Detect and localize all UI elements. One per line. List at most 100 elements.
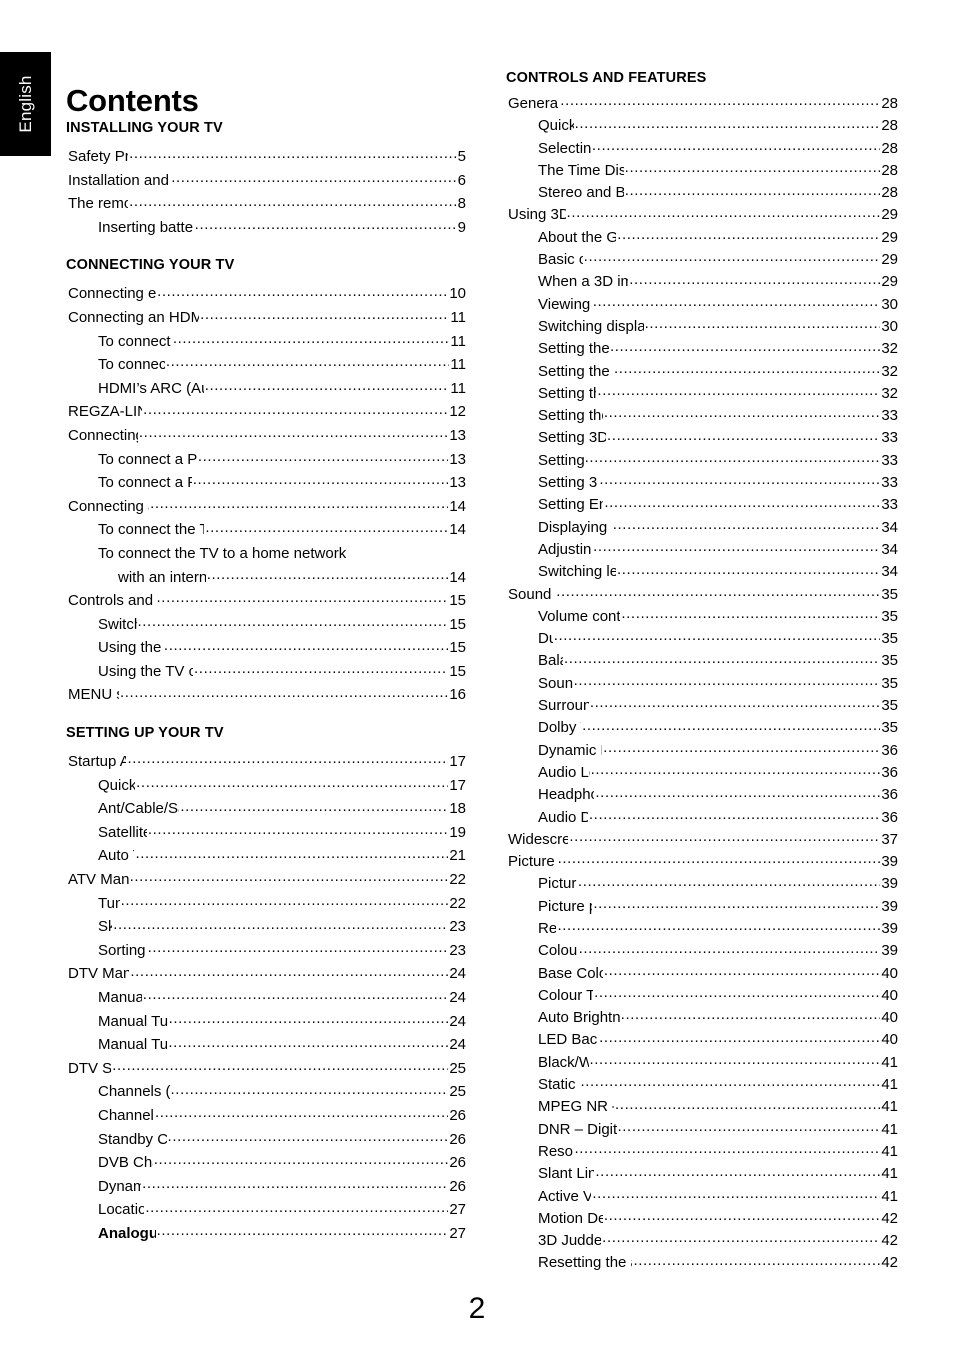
toc-entry[interactable]: DTV Manual Tuning 24 — [66, 962, 466, 986]
toc-entry[interactable]: Picture preferences 39 — [506, 896, 898, 918]
toc-entry[interactable]: Setting 3D Lock 33 — [506, 450, 898, 472]
toc-entry-label: Motion Detection Range — [538, 1209, 603, 1227]
toc-entry[interactable]: To connect the TV to a home network — [66, 542, 466, 566]
toc-entry[interactable]: ATV Manual Tuning 22 — [66, 868, 466, 892]
toc-entry[interactable]: Widescreen viewing 37 — [506, 829, 898, 851]
toc-entry[interactable]: Adjusting 3D Depth 34 — [506, 539, 898, 561]
toc-entry[interactable]: Sorting positions 23 — [66, 939, 466, 963]
toc-entry[interactable]: Channels (Satellite) 26 — [66, 1104, 466, 1128]
toc-entry[interactable]: Connecting external equipment 10 — [66, 282, 466, 306]
toc-entry-page-number: 15 — [449, 592, 466, 610]
toc-entry[interactable]: Using the TV controls and connections 15 — [66, 660, 466, 684]
toc-entry[interactable]: Connecting a home network 14 — [66, 495, 466, 519]
toc-entry[interactable]: LED Backlight Control 40 — [506, 1029, 898, 1051]
toc-entry[interactable]: Startup Application 17 — [66, 750, 466, 774]
toc-entry[interactable]: Picture controls 39 — [506, 851, 898, 873]
toc-entry[interactable]: Balance 35 — [506, 650, 898, 672]
toc-entry[interactable]: About the Glasses Free 3D TV 29 — [506, 227, 898, 249]
toc-entry[interactable]: Safety Precautions 5 — [66, 145, 466, 169]
toc-entry[interactable]: Slant Line Smoother 41 — [506, 1163, 898, 1185]
toc-entry[interactable]: Surround Settings 35 — [506, 695, 898, 717]
toc-entry[interactable]: Volume controls and sound mute 35 — [506, 606, 898, 628]
toc-entry[interactable]: Installation and important information 6 — [66, 169, 466, 193]
toc-entry[interactable]: MENU structure 16 — [66, 683, 466, 707]
toc-entry[interactable]: Standby Channel Update 26 — [66, 1128, 466, 1152]
toc-entry[interactable]: General controls 28 — [506, 93, 898, 115]
toc-entry[interactable]: Switching display mode or selecting 3D f… — [506, 316, 898, 338]
toc-entry[interactable]: Ant/Cable/Satellite (if available) 18 — [66, 797, 466, 821]
toc-entry[interactable]: Resolution+ 41 — [506, 1141, 898, 1163]
toc-entry[interactable]: Using the menu system 15 — [66, 636, 466, 660]
toc-entry[interactable]: Sound Navi 35 — [506, 673, 898, 695]
toc-entry[interactable]: Setting 3D Timer Lock 33 — [506, 472, 898, 494]
toc-entry[interactable]: To connect a PC to the RGB/PC terminal 13 — [66, 448, 466, 472]
toc-entry[interactable]: Manual Tuning for DVB-C 24 — [66, 1010, 466, 1034]
toc-entry[interactable]: To connect an HDMI device 11 — [66, 330, 466, 354]
toc-entry[interactable]: DTV Settings 25 — [66, 1057, 466, 1081]
toc-entry[interactable]: Tuning 22 — [66, 892, 466, 916]
toc-entry[interactable]: Motion Detection Range 42 — [506, 1208, 898, 1230]
toc-entry[interactable]: The remote control 8 — [66, 192, 466, 216]
toc-entry[interactable]: HDMI’s ARC (Audio Return Channel) featur… — [66, 377, 466, 401]
toc-entry[interactable]: DNR – Digital Noise Reduction 41 — [506, 1119, 898, 1141]
toc-entry[interactable]: Dual 35 — [506, 628, 898, 650]
toc-entry[interactable]: Connecting an HDMI® or DVI device to the… — [66, 306, 466, 330]
toc-entry[interactable]: Channels (Antenna/Cable) 25 — [66, 1080, 466, 1104]
toc-entry[interactable]: Audio Description 36 — [506, 807, 898, 829]
toc-entry[interactable]: Black/White Level 41 — [506, 1052, 898, 1074]
toc-entry[interactable]: Selecting channels 28 — [506, 138, 898, 160]
toc-entry[interactable]: Dynamic Range Control 36 — [506, 740, 898, 762]
toc-entry[interactable]: Analogue switch-off 27 — [66, 1222, 466, 1246]
toc-entry[interactable]: Dynamic Scan 26 — [66, 1175, 466, 1199]
toc-entry[interactable]: Manual Tuning 24 — [66, 986, 466, 1010]
toc-entry[interactable]: Setting the 3D Viewing Mode 32 — [506, 361, 898, 383]
toc-entry[interactable]: Active Vision M800 41 — [506, 1186, 898, 1208]
toc-entry[interactable]: The Time Display – analogue only 28 — [506, 160, 898, 182]
toc-entry[interactable]: Setting the 3D PIN code 33 — [506, 405, 898, 427]
toc-entry[interactable]: Colour Temperature 40 — [506, 985, 898, 1007]
toc-entry[interactable]: DVB Character Set 26 — [66, 1151, 466, 1175]
toc-entry[interactable]: Skip 23 — [66, 915, 466, 939]
toc-entry[interactable]: Inserting batteries and effective range 9 — [66, 216, 466, 240]
toc-entry[interactable]: To connect the TV to a home network - Wi… — [66, 518, 466, 542]
toc-entry[interactable]: Using 3D functions 29 — [506, 204, 898, 226]
toc-entry[interactable]: Audio Level Offset 36 — [506, 762, 898, 784]
toc-entry-page-number: 29 — [881, 251, 898, 269]
toc-entry[interactable]: Reset 39 — [506, 918, 898, 940]
toc-entry-label: Skip — [98, 918, 113, 936]
toc-entry[interactable]: Quick Menu 28 — [506, 115, 898, 137]
toc-entry[interactable]: Headphone Settings 36 — [506, 784, 898, 806]
toc-entry[interactable]: Quick Setup 17 — [66, 774, 466, 798]
toc-entry[interactable]: Setting 3D Start Message 33 — [506, 427, 898, 449]
toc-entry[interactable]: Resetting the advanced picture settings 4… — [506, 1252, 898, 1274]
toc-entry[interactable]: Switching left and right images 34 — [506, 561, 898, 583]
toc-entry[interactable]: When a 3D image does not look right 29 — [506, 271, 898, 293]
toc-entry[interactable]: 3D Judder Cancellation 42 — [506, 1230, 898, 1252]
toc-entry[interactable]: Base Colour Adjustment 40 — [506, 963, 898, 985]
toc-entry[interactable]: Controls and input connections 15 — [66, 589, 466, 613]
toc-entry[interactable]: Basic operation 29 — [506, 249, 898, 271]
toc-entry[interactable]: MPEG NR – Noise Reduction 41 — [506, 1096, 898, 1118]
toc-entry[interactable]: Satellite Settings 19 — [66, 821, 466, 845]
toc-entry[interactable]: REGZA-LINK connection 12 — [66, 400, 466, 424]
toc-entry[interactable]: Displaying 3D Important Info 34 — [506, 517, 898, 539]
toc-entry[interactable]: To connect a PC to the HDMI terminal 13 — [66, 471, 466, 495]
toc-entry[interactable]: Location setting 27 — [66, 1198, 466, 1222]
toc-entry[interactable]: Stereo and Bilingual transmissions 28 — [506, 182, 898, 204]
toc-entry[interactable]: ColourMaster 39 — [506, 940, 898, 962]
toc-entry[interactable]: Auto Brightness Sensor Settings 40 — [506, 1007, 898, 1029]
toc-entry[interactable]: To connect a DVI device 11 — [66, 353, 466, 377]
toc-entry[interactable]: Manual Tuning for DVB-S 24 — [66, 1033, 466, 1057]
toc-entry[interactable]: Picture Mode 39 — [506, 873, 898, 895]
toc-entry[interactable]: Auto Tuning 21 — [66, 844, 466, 868]
toc-entry[interactable]: Dolby Volume® 35 — [506, 717, 898, 739]
toc-entry[interactable]: Viewing 3D images 30 — [506, 294, 898, 316]
toc-entry[interactable]: Setting the 3D Scene 32 — [506, 383, 898, 405]
toc-entry[interactable]: Setting Enable 3D Timer 33 — [506, 494, 898, 516]
toc-entry[interactable]: Setting the auto start mode 32 — [506, 338, 898, 360]
toc-entry[interactable]: Switching on 15 — [66, 613, 466, 637]
toc-entry[interactable]: with an internet connection - Wireless 14 — [66, 566, 466, 590]
toc-entry[interactable]: Connecting a computer 13 — [66, 424, 466, 448]
toc-entry[interactable]: Sound controls 35 — [506, 584, 898, 606]
toc-entry[interactable]: Static Gamma 41 — [506, 1074, 898, 1096]
